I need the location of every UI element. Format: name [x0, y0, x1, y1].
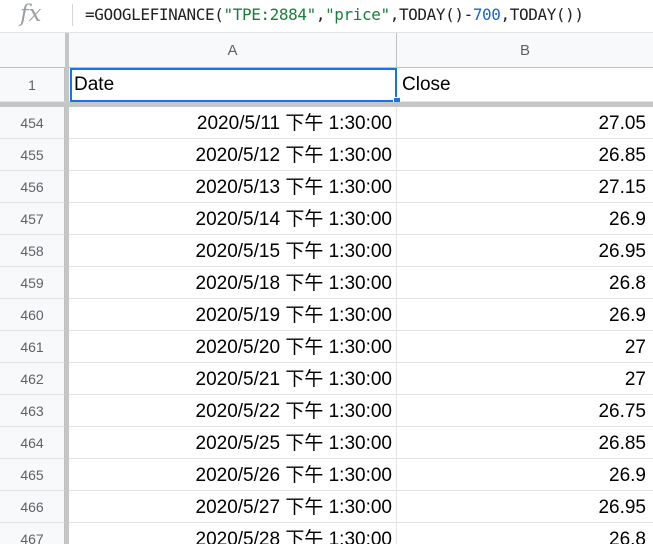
cell-b1[interactable]: Close: [397, 68, 653, 102]
row-header[interactable]: 466: [0, 491, 65, 523]
formula-string-attribute: "price": [325, 5, 390, 24]
fx-icon: fx: [20, 1, 42, 27]
date-cell[interactable]: 2020/5/21 下午 1:30:00: [69, 363, 397, 395]
table-row: 467 2020/5/28 下午 1:30:00 26.8: [0, 523, 653, 544]
row-header[interactable]: 458: [0, 235, 65, 267]
date-cell[interactable]: 2020/5/20 下午 1:30:00: [69, 331, 397, 363]
close-cell[interactable]: 27.15: [397, 171, 653, 203]
formula-string-ticker: "TPE:2884": [223, 5, 317, 24]
date-cell[interactable]: 2020/5/13 下午 1:30:00: [69, 171, 397, 203]
formula-bar: fx =GOOGLEFINANCE("TPE:2884","price",TOD…: [0, 0, 653, 33]
row-header[interactable]: 464: [0, 427, 65, 459]
date-cell[interactable]: 2020/5/26 下午 1:30:00: [69, 459, 397, 491]
close-cell[interactable]: 26.9: [397, 203, 653, 235]
date-cell[interactable]: 2020/5/15 下午 1:30:00: [69, 235, 397, 267]
date-cell[interactable]: 2020/5/12 下午 1:30:00: [69, 139, 397, 171]
close-cell[interactable]: 26.85: [397, 427, 653, 459]
table-row: 458 2020/5/15 下午 1:30:00 26.95: [0, 235, 653, 267]
frozen-header-row: 1 Date Close: [0, 68, 653, 102]
close-cell[interactable]: 27: [397, 363, 653, 395]
close-cell[interactable]: 26.85: [397, 139, 653, 171]
date-cell[interactable]: 2020/5/14 下午 1:30:00: [69, 203, 397, 235]
table-row: 456 2020/5/13 下午 1:30:00 27.15: [0, 171, 653, 203]
date-cell[interactable]: 2020/5/28 下午 1:30:00: [69, 523, 397, 544]
formula-number: 700: [472, 5, 501, 24]
table-row: 465 2020/5/26 下午 1:30:00 26.9: [0, 459, 653, 491]
close-cell[interactable]: 27.05: [397, 107, 653, 139]
row-header[interactable]: 467: [0, 523, 65, 544]
row-header[interactable]: 460: [0, 299, 65, 331]
formula-end: ,TODAY()): [500, 5, 585, 24]
row-header[interactable]: 463: [0, 395, 65, 427]
close-cell[interactable]: 26.9: [397, 299, 653, 331]
close-cell[interactable]: 26.95: [397, 491, 653, 523]
row-header[interactable]: 1: [0, 68, 65, 102]
row-header[interactable]: 456: [0, 171, 65, 203]
close-cell[interactable]: 26.8: [397, 267, 653, 299]
close-cell[interactable]: 26.75: [397, 395, 653, 427]
table-row: 455 2020/5/12 下午 1:30:00 26.85: [0, 139, 653, 171]
data-grid: 454 2020/5/11 下午 1:30:00 27.05 455 2020/5/1…: [0, 107, 653, 544]
close-cell[interactable]: 26.9: [397, 459, 653, 491]
table-row: 464 2020/5/25 下午 1:30:00 26.85: [0, 427, 653, 459]
formula-separator: ,: [315, 5, 326, 24]
close-cell[interactable]: 27: [397, 331, 653, 363]
table-row: 457 2020/5/14 下午 1:30:00 26.9: [0, 203, 653, 235]
close-cell[interactable]: 26.95: [397, 235, 653, 267]
table-row: 459 2020/5/18 下午 1:30:00 26.8: [0, 267, 653, 299]
row-header[interactable]: 455: [0, 139, 65, 171]
table-row: 461 2020/5/20 下午 1:30:00 27: [0, 331, 653, 363]
cell-a1[interactable]: Date: [69, 68, 397, 102]
formula-function: =GOOGLEFINANCE(: [85, 5, 224, 24]
table-row: 460 2020/5/19 下午 1:30:00 26.9: [0, 299, 653, 331]
formula-bar-divider: [72, 4, 73, 26]
date-cell[interactable]: 2020/5/18 下午 1:30:00: [69, 267, 397, 299]
formula-input[interactable]: =GOOGLEFINANCE("TPE:2884","price",TODAY(…: [85, 0, 584, 30]
row-header[interactable]: 457: [0, 203, 65, 235]
date-cell[interactable]: 2020/5/11 下午 1:30:00: [69, 107, 397, 139]
row-header[interactable]: 454: [0, 107, 65, 139]
table-row: 466 2020/5/27 下午 1:30:00 26.95: [0, 491, 653, 523]
date-cell[interactable]: 2020/5/27 下午 1:30:00: [69, 491, 397, 523]
formula-today-minus: ,TODAY()-: [389, 5, 474, 24]
date-cell[interactable]: 2020/5/25 下午 1:30:00: [69, 427, 397, 459]
column-header-b[interactable]: B: [397, 33, 653, 68]
row-header[interactable]: 459: [0, 267, 65, 299]
row-header[interactable]: 461: [0, 331, 65, 363]
date-cell[interactable]: 2020/5/19 下午 1:30:00: [69, 299, 397, 331]
select-all-corner[interactable]: [0, 33, 69, 68]
table-row: 463 2020/5/22 下午 1:30:00 26.75: [0, 395, 653, 427]
row-header[interactable]: 462: [0, 363, 65, 395]
table-row: 454 2020/5/11 下午 1:30:00 27.05: [0, 107, 653, 139]
table-row: 462 2020/5/21 下午 1:30:00 27: [0, 363, 653, 395]
row-header[interactable]: 465: [0, 459, 65, 491]
close-cell[interactable]: 26.8: [397, 523, 653, 544]
column-header-a[interactable]: A: [69, 33, 397, 68]
date-cell[interactable]: 2020/5/22 下午 1:30:00: [69, 395, 397, 427]
